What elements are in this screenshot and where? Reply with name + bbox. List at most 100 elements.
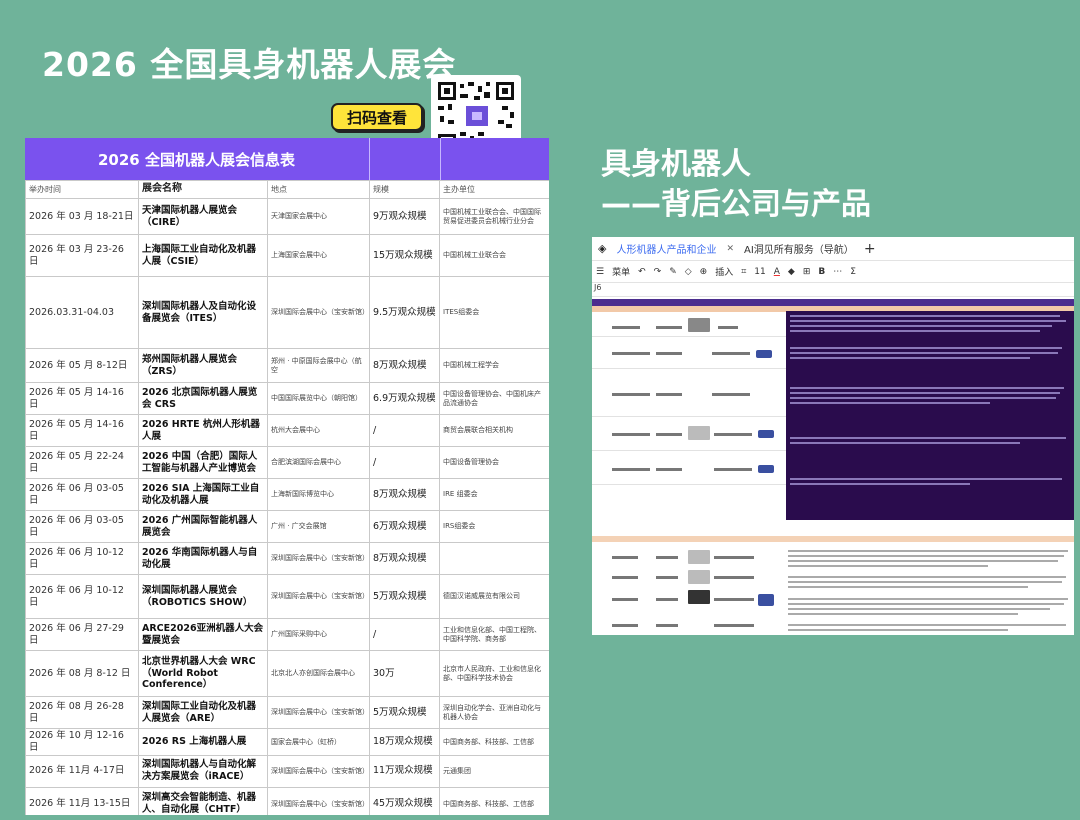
row-scale: 8万观众规模 [369, 348, 440, 383]
header-name: 展会名称 [138, 180, 268, 199]
row-name: 2026 华南国际机器人与自动化展 [138, 542, 268, 575]
row-venue: 广州国际采购中心 [267, 618, 370, 651]
border-icon[interactable]: ⊞ [803, 267, 811, 277]
table-row: 2026 年 03 月 23-26 日上海国际工业自动化及机器人展（CSIE）上… [25, 234, 549, 277]
row-scale: 6.9万观众规模 [369, 382, 440, 415]
row-date: 2026 年 03 月 23-26 日 [25, 234, 139, 277]
menu-icon[interactable]: ☰ [596, 267, 604, 277]
row-date: 2026 年 06 月 27-29 日 [25, 618, 139, 651]
row-host: IRE 组委会 [439, 478, 549, 511]
scan-badge: 扫码查看 [331, 103, 423, 131]
row-host: 中国机械工程学会 [439, 348, 549, 383]
table-row: 2026 年 06 月 03-05 日 2026 广州国际智能机器人展览会 广州 ·… [25, 510, 549, 543]
undo-icon[interactable]: ↶ [638, 267, 646, 277]
row-host: 中国商务部、科技部、工信部 [439, 728, 549, 756]
row-name: 2026 中国（合肥）国际人工智能与机器人产业博览会 [138, 446, 268, 479]
company-logo [758, 465, 774, 473]
sheet-tab-ai-nav[interactable]: AI洞见所有服务（导航） [744, 241, 854, 256]
table-row: 2026 年 05 月 14-16 日 2026 HRTE 杭州人形机器人展 杭州大… [25, 414, 549, 447]
table-row: 2026.03.31-04.03 深圳国际机器人及自动化设备展览会（ITES） 深圳… [25, 276, 549, 349]
redo-icon[interactable]: ↷ [654, 267, 662, 277]
row-venue: 国家会展中心（虹桥） [267, 728, 370, 756]
fill-color-icon[interactable]: ◆ [788, 267, 795, 277]
row-host: 中国商务部、科技部、工信部 [439, 786, 549, 815]
dark-description-block [786, 311, 1074, 520]
row-scale: 9.5万观众规模 [369, 276, 440, 349]
row-venue: 合肥滨湖国际会展中心 [267, 446, 370, 479]
grid-header-row [592, 299, 1074, 306]
table-row: 2026 年 06 月 10-12 日深圳国际机器人展览会（ROBOTICS S… [25, 574, 549, 619]
sum-icon[interactable]: Σ [850, 267, 856, 277]
row-scale: / [369, 618, 440, 651]
row-scale: 15万观众规模 [369, 234, 440, 277]
row-date: 2026 年 08 月 26-28 日 [25, 696, 139, 729]
row-date: 2026 年 06 月 03-05 日 [25, 478, 139, 511]
row-name: ARCE2026亚洲机器人大会暨展览会 [138, 618, 268, 651]
row-scale: 45万观众规模 [369, 786, 440, 815]
row-name: 2026 RS 上海机器人展 [138, 728, 268, 756]
format-painter-icon[interactable]: ✎ [669, 267, 677, 277]
row-venue: 北京北人亦创国际会展中心 [267, 650, 370, 697]
row-venue: 深圳国际会展中心（宝安新馆） [267, 786, 370, 815]
table-row: 2026 年 11月 4-17日 深圳国际机器人与自动化解决方案展览会（iRACE… [25, 754, 549, 788]
more-icon[interactable]: ⋯ [833, 267, 842, 277]
row-name: 2026 广州国际智能机器人展览会 [138, 510, 268, 543]
table-row: 2026 年 11月 13-15日 深圳高交会智能制造、机器人、自动化展（CHTF… [25, 786, 549, 815]
bold-icon[interactable]: B [818, 267, 825, 277]
row-venue: 杭州大会展中心 [267, 414, 370, 447]
header-venue: 地点 [267, 180, 370, 199]
table-row: 2026 年 08 月 26-28 日深圳国际工业自动化及机器人展览会（ARE）… [25, 696, 549, 729]
close-icon[interactable]: ✕ [726, 244, 734, 254]
layers-icon[interactable]: ◈ [598, 242, 606, 255]
row-name: 2026 HRTE 杭州人形机器人展 [138, 414, 268, 447]
row-venue: 中国国际展览中心（朝阳馆） [267, 382, 370, 415]
row-name: 上海国际工业自动化及机器人展（CSIE） [138, 234, 268, 277]
insert-button[interactable]: 插入 [715, 265, 733, 278]
product-thumbnail [688, 570, 710, 584]
row-name: 天津国际机器人展览会（CIRE） [138, 198, 268, 235]
row-name: 深圳国际机器人及自动化设备展览会（ITES） [138, 276, 268, 349]
menu-button[interactable]: 菜单 [612, 265, 630, 278]
row-name: 2026 北京国际机器人展览会 CRS [138, 382, 268, 415]
row-name: 北京世界机器人大会 WRC（World Robot Conference） [138, 650, 268, 697]
row-host [439, 542, 549, 575]
row-date: 2026 年 05 月 8-12日 [25, 348, 139, 383]
product-thumbnail [688, 550, 710, 564]
row-scale: 8万观众规模 [369, 478, 440, 511]
sheet-toolbar: ☰ 菜单 ↶ ↷ ✎ ◇ ⊕ 插入 ⌗ 11 A ◆ ⊞ B ⋯ Σ [592, 261, 1074, 283]
row-date: 2026 年 10 月 12-16 日 [25, 728, 139, 756]
table-row: 2026 年 05 月 8-12日 郑州国际机器人展览会（ZRS） 郑州 · 中原国… [25, 348, 549, 383]
table-header-row: 举办时间 展会名称 地点 规模 主办单位 [25, 180, 549, 199]
row-host: 元通集团 [439, 754, 549, 788]
row-date: 2026 年 11月 13-15日 [25, 786, 139, 815]
row-date: 2026 年 06 月 10-12 日 [25, 542, 139, 575]
row-date: 2026 年 11月 4-17日 [25, 754, 139, 788]
row-venue: 深圳国际会展中心（宝安新馆） [267, 574, 370, 619]
table-row: 2026 年 03 月 18-21日 天津国际机器人展览会（CIRE） 天津国家会展… [25, 198, 549, 235]
eraser-icon[interactable]: ◇ [685, 267, 692, 277]
table-row: 2026 年 05 月 14-16 日 2026 北京国际机器人展览会 CRS 中国… [25, 382, 549, 415]
font-size-select[interactable]: 11 [754, 267, 765, 277]
row-host: 北京市人民政府、工业和信息化部、中国科学技术协会 [439, 650, 549, 697]
row-host: 中国设备管理协会、中国机床产品流通协会 [439, 382, 549, 415]
row-host: 中国设备管理协会 [439, 446, 549, 479]
font-color-icon[interactable]: A [774, 267, 780, 277]
spreadsheet-screenshot: ◈ 人形机器人产品和企业 ✕ AI洞见所有服务（导航） + ☰ 菜单 ↶ ↷ ✎… [592, 237, 1074, 635]
expo-info-table: 2026 全国机器人展会信息表 举办时间 展会名称 地点 规模 主办单位 202… [25, 138, 549, 815]
row-venue: 深圳国际会展中心（宝安新馆） [267, 754, 370, 788]
main-title: 2026 全国具身机器人展会 [42, 45, 457, 84]
info-table: 举办时间 展会名称 地点 规模 主办单位 2026 年 03 月 18-21日天… [25, 180, 549, 815]
row-venue: 深圳国际会展中心（宝安新馆） [267, 542, 370, 575]
insert-icon[interactable]: ⊕ [700, 267, 708, 277]
row-venue: 天津国家会展中心 [267, 198, 370, 235]
add-tab-button[interactable]: + [864, 241, 876, 257]
right-title-line1: 具身机器人 [601, 147, 751, 182]
row-venue: 上海国家会展中心 [267, 234, 370, 277]
crop-icon[interactable]: ⌗ [741, 267, 746, 277]
row-scale: 30万 [369, 650, 440, 697]
row-scale: / [369, 414, 440, 447]
header-scale: 规模 [369, 180, 440, 199]
table-row: 2026 年 06 月 27-29 日 ARCE2026亚洲机器人大会暨展览会 广州… [25, 618, 549, 651]
sheet-tab-robots[interactable]: 人形机器人产品和企业 [616, 241, 716, 256]
row-date: 2026 年 03 月 18-21日 [25, 198, 139, 235]
